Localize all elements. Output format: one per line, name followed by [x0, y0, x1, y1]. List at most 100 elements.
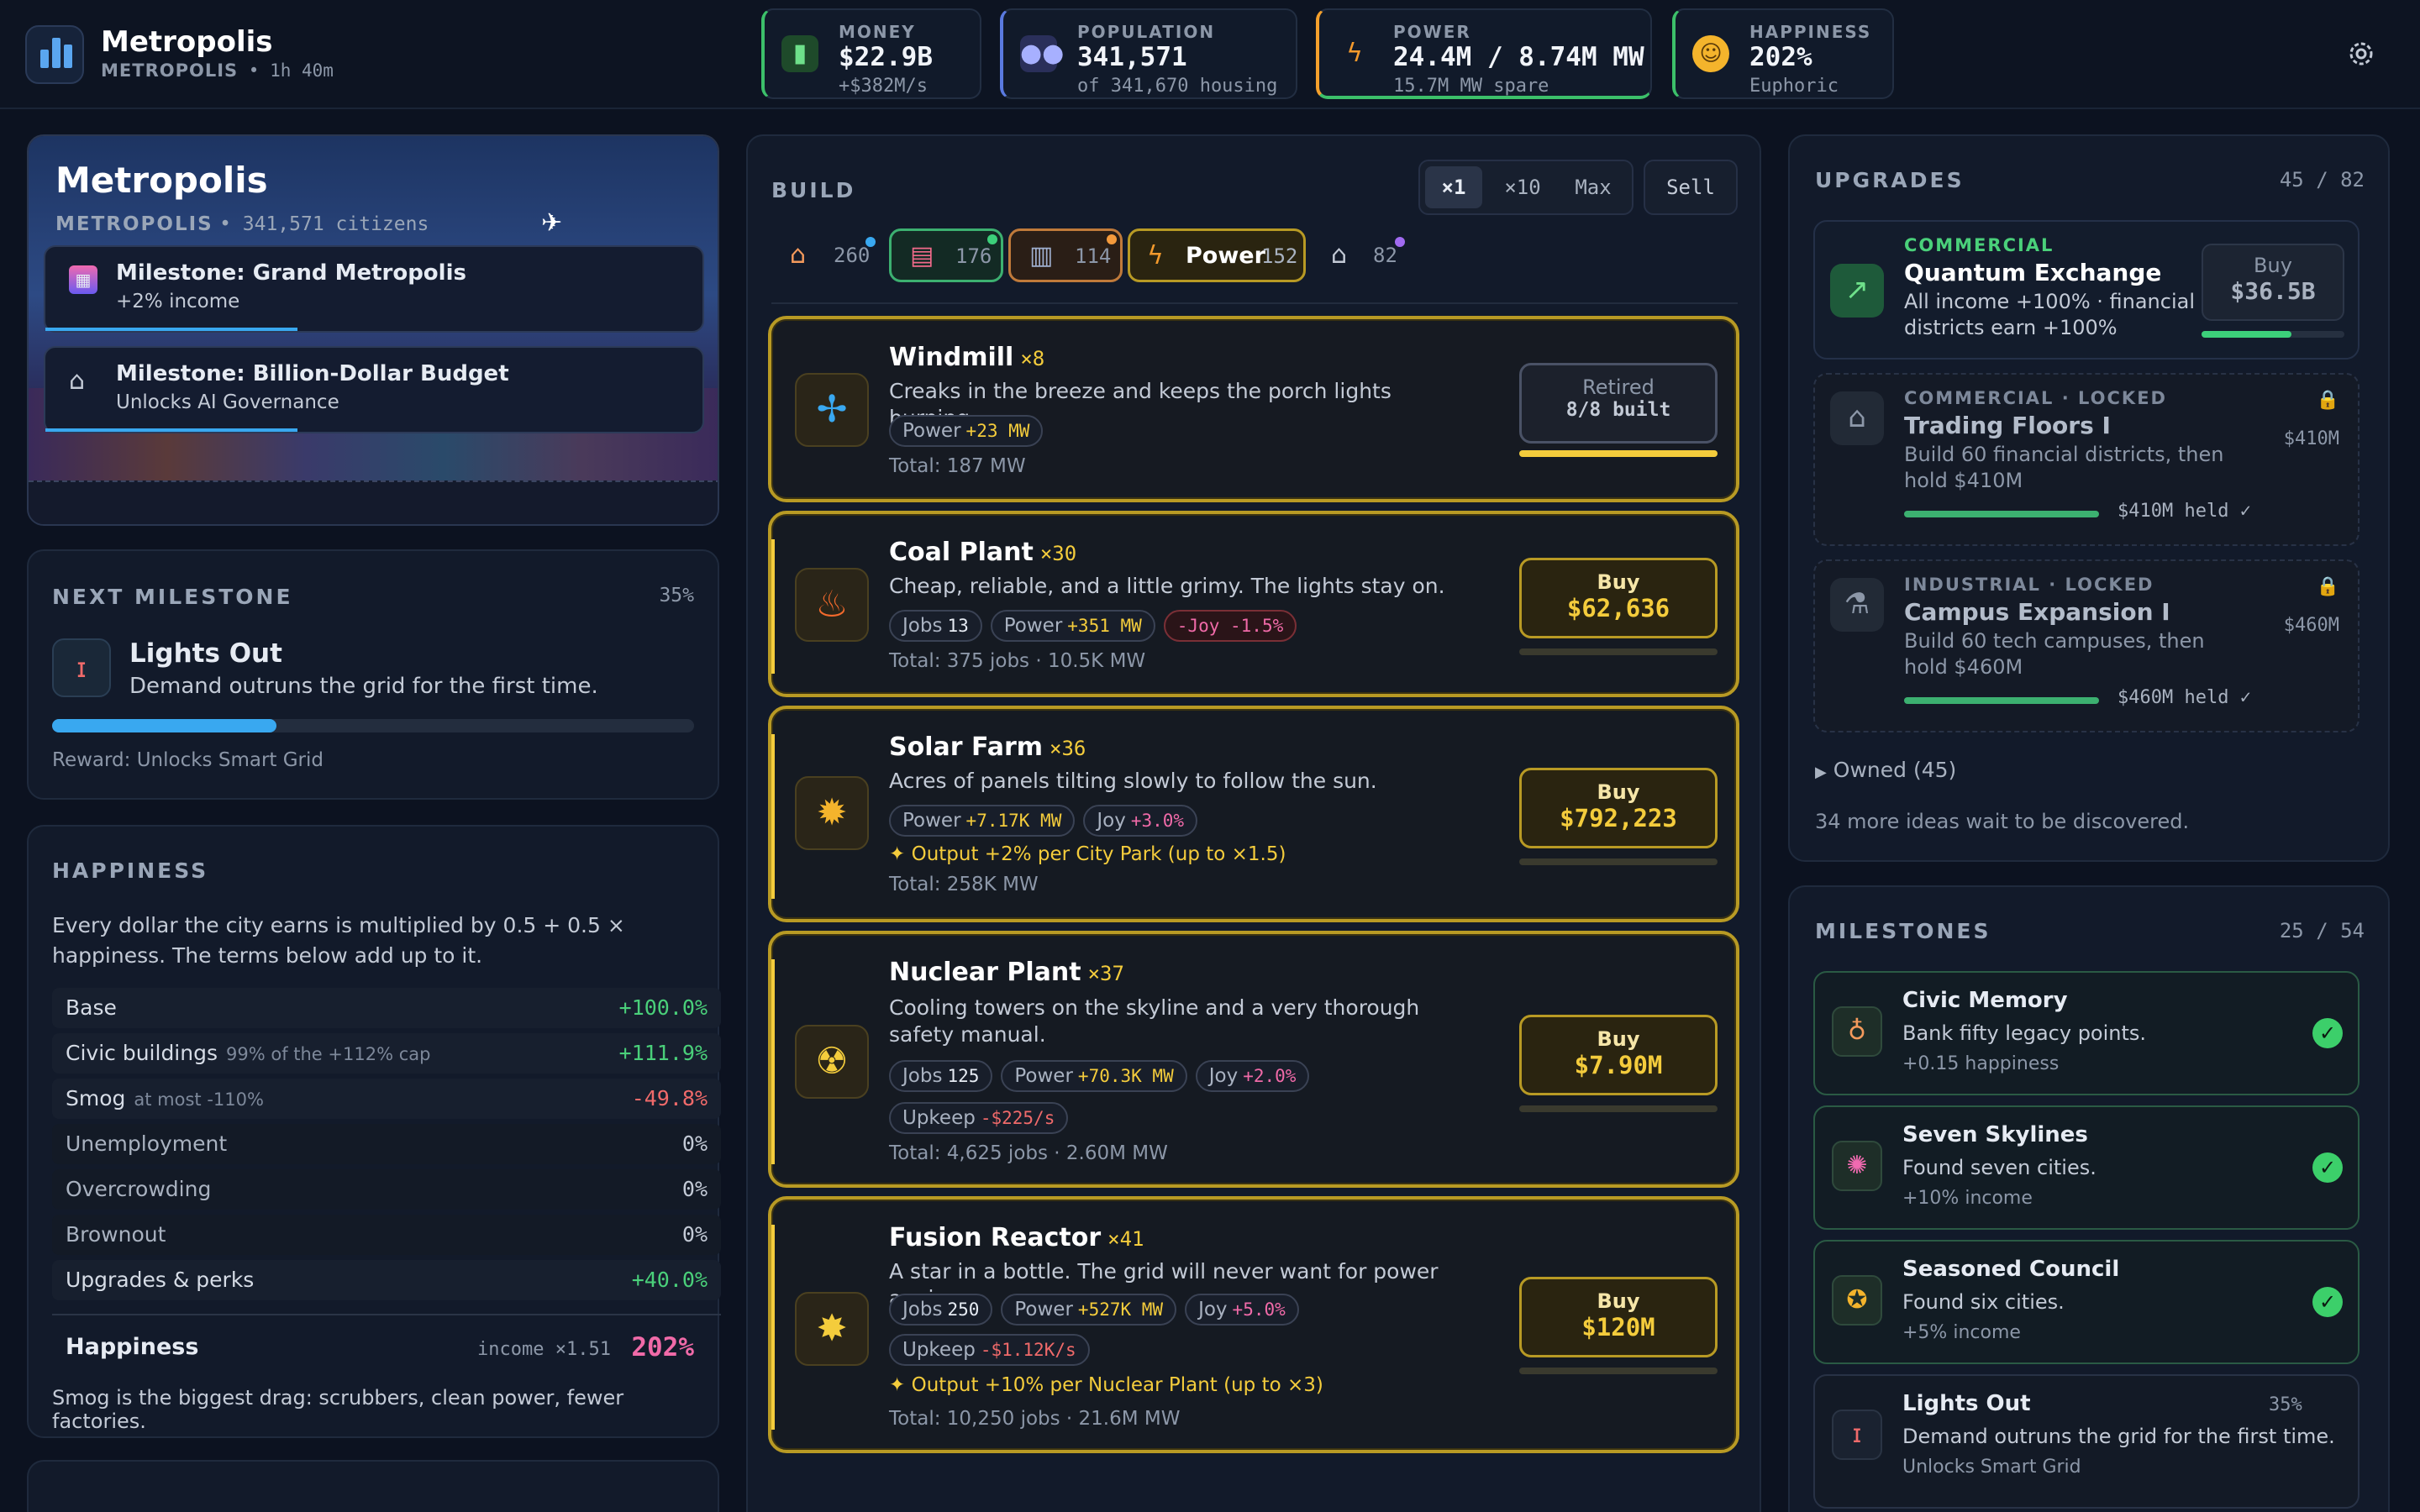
coal-plant-buy-button[interactable]: Buy $62,636 [1519, 558, 1718, 638]
campus-expansion-held: $460M held ✓ [2118, 687, 2251, 708]
check-icon: ✓ [2312, 1018, 2343, 1048]
trading-floors-price: $410M [2283, 428, 2339, 449]
bank-icon: ⌂ [1830, 391, 1884, 445]
coal-plant-desc: Cheap, reliable, and a little grimy. The… [889, 574, 1445, 598]
happiness-stat: ☺ HAPPINESS 202% Euphoric [1672, 8, 1894, 99]
population-value: 341,571 [1077, 42, 1187, 72]
happiness-row-upgrades: Upgrades & perks +40.0% [52, 1260, 721, 1300]
category-residential-tab[interactable]: ⌂ 260 [778, 228, 876, 282]
power-tag: Power +351 MW [990, 610, 1155, 642]
happiness-row-base: Base +100.0% [52, 988, 721, 1028]
windmill-retired-button: Retired 8/8 built [1519, 363, 1718, 444]
milestone-lights-out: ɪ Lights Out 35% Demand outruns the grid… [1813, 1374, 2360, 1509]
solar-farm-progress [1519, 858, 1718, 865]
medal-icon: ✪ [1832, 1275, 1882, 1326]
top-bar: Metropolis METROPOLIS • 1h 40m ▮ MONEY $… [0, 0, 2420, 109]
milestone-percent: 35% [659, 585, 694, 606]
nuclear-plant-buy-button[interactable]: Buy $7.90M [1519, 1015, 1718, 1095]
milestone-progress-bar [52, 719, 694, 732]
city-subtitle: METROPOLIS • 1h 40m [101, 60, 334, 81]
nuclear-plant-desc: Cooling towers on the skyline and a very… [889, 995, 1420, 1047]
city-icon: ▦ [69, 265, 97, 294]
nuclear-plant-title: Nuclear Plant [889, 958, 1081, 987]
civic-icon: ⌂ [1331, 240, 1348, 270]
milestones-count: 25 / 54 [2279, 919, 2365, 942]
solar-farm-card: ✹ Solar Farm ×36 Acres of panels tilting … [768, 706, 1739, 922]
happiness-mood: Euphoric [1749, 76, 1839, 97]
money-value: $22.9B [839, 42, 933, 72]
lightning-icon: ϟ [1346, 39, 1363, 68]
power-stat: ϟ POWER 24.4M / 8.74M MW 15.7M MW spare [1316, 8, 1652, 99]
milestone-seven-skylines: ✺ Seven Skylines Found seven cities. +10… [1813, 1105, 2360, 1230]
happiness-footer: Smog is the biggest drag: scrubbers, cle… [52, 1386, 624, 1433]
fusion-reactor-buy-button[interactable]: Buy $120M [1519, 1277, 1718, 1357]
gear-icon[interactable] [2344, 37, 2378, 71]
radiation-icon: ☢ [795, 1025, 869, 1099]
category-civic-tab[interactable]: ⌂ 82 [1321, 228, 1415, 282]
lightning-icon: ϟ [1147, 241, 1164, 270]
chart-icon: ↗ [1830, 264, 1884, 318]
fusion-reactor-total: Total: 10,250 jobs · 21.6M MW [889, 1408, 1181, 1430]
milestone-seasoned-council: ✪ Seasoned Council Found six cities. +5%… [1813, 1240, 2360, 1364]
next-milestone-card: NEXT MILESTONE 35% ɪ Lights Out Demand o… [27, 549, 719, 800]
build-heading: BUILD [771, 178, 856, 202]
upgrades-count: 45 / 82 [2279, 168, 2365, 192]
category-commercial-tab[interactable]: ▤ 176 [889, 228, 1003, 282]
quantum-exchange-buy-button[interactable]: Buy $36.5B [2202, 244, 2344, 321]
upgrades-panel: UPGRADES 45 / 82 ↗ COMMERCIAL Quantum Ex… [1788, 134, 2390, 862]
milestone-title: Lights Out [129, 638, 282, 669]
population-stat: ●● POPULATION 341,571 of 341,670 housing [1000, 8, 1297, 99]
hero-subtitle: METROPOLIS • 341,571 citizens [55, 213, 429, 235]
upkeep-tag: Upkeep -$1.12K/s [889, 1334, 1090, 1366]
milestones-panel: MILESTONES 25 / 54 ♁ Civic Memory Bank f… [1788, 885, 2390, 1512]
happiness-row-unemployment: Unemployment 0% [52, 1124, 721, 1164]
nuclear-plant-total: Total: 4,625 jobs · 2.60M MW [889, 1142, 1168, 1164]
qty-x10-button[interactable]: ×10 [1492, 166, 1553, 208]
jobs-tag: Jobs 125 [889, 1060, 993, 1092]
happiness-row-overcrowding: Overcrowding 0% [52, 1169, 721, 1210]
windmill-card: ✢ Windmill ×8 Creaks in the breeze and ke… [768, 316, 1739, 502]
milestone-reward: Reward: Unlocks Smart Grid [52, 749, 324, 771]
upgrade-quantum-exchange[interactable]: ↗ COMMERCIAL Quantum Exchange All income… [1813, 220, 2360, 360]
people-icon: ●● [1020, 35, 1064, 72]
coal-plant-title: Coal Plant [889, 538, 1034, 567]
toast-billion-dollar-budget[interactable]: ⌂ Milestone: Billion-Dollar Budget Unloc… [44, 346, 704, 433]
windmill-icon: ✢ [795, 373, 869, 447]
windmill-progress [1519, 450, 1718, 457]
fire-icon: ♨ [795, 568, 869, 642]
category-power-tab[interactable]: ϟ Power 152 [1128, 228, 1306, 282]
upkeep-tag: Upkeep -$225/s [889, 1102, 1069, 1134]
quantum-exchange-progress [2202, 331, 2344, 338]
shop-icon: ▤ [910, 241, 934, 270]
happiness-total-label: Happiness [66, 1334, 199, 1360]
upgrade-campus-expansion: ⚗ INDUSTRIAL · LOCKED 🔒 Campus Expansion… [1813, 559, 2360, 732]
hero-title: Metropolis [55, 160, 268, 201]
owned-toggle[interactable]: ▶ Owned (45) [1815, 758, 1956, 782]
coal-plant-card: ♨ Coal Plant ×30 Cheap, reliable, and a l… [768, 511, 1739, 697]
solar-farm-title: Solar Farm [889, 732, 1044, 762]
happiness-income-mult: income ×1.51 [477, 1339, 611, 1360]
jobs-tag: Jobs 13 [889, 610, 982, 642]
airplane-icon: ✈ [541, 208, 563, 238]
sell-button[interactable]: Sell [1644, 160, 1738, 215]
toast-grand-metropolis[interactable]: ▦ Milestone: Grand Metropolis +2% income [44, 245, 704, 333]
quantity-selector: ×1 ×10 Max [1418, 160, 1634, 215]
money-icon: ▮ [781, 35, 818, 72]
city-logo-icon [25, 25, 84, 84]
sun-icon: ✹ [795, 776, 869, 850]
happiness-value: 202% [1749, 42, 1812, 72]
qty-max-button[interactable]: Max [1558, 166, 1628, 208]
lock-icon: 🔒 [2316, 390, 2339, 411]
smile-icon: ☺ [1692, 35, 1729, 72]
next-panel-edge [27, 1460, 719, 1512]
money-rate: +$382M/s [839, 76, 928, 97]
solar-farm-buy-button[interactable]: Buy $792,223 [1519, 768, 1718, 848]
power-tag: Power +7.17K MW [889, 805, 1076, 837]
happiness-row-civic: Civic buildings 99% of the +112% cap +111.… [52, 1033, 721, 1074]
power-spare: 15.7M MW spare [1393, 76, 1549, 97]
qty-x1-button[interactable]: ×1 [1425, 166, 1482, 208]
fireworks-icon: ✺ [1832, 1141, 1882, 1191]
category-industrial-tab[interactable]: ▥ 114 [1008, 228, 1123, 282]
fusion-reactor-progress [1519, 1368, 1718, 1374]
milestone-civic-memory: ♁ Civic Memory Bank fifty legacy points.… [1813, 971, 2360, 1095]
